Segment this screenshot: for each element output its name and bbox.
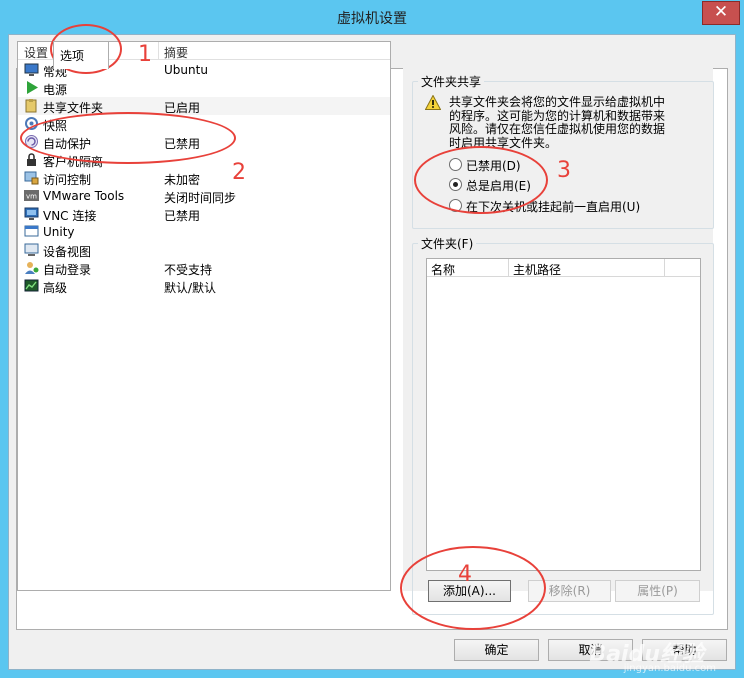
close-button[interactable]: ✕ (702, 1, 740, 25)
annotation-number: 4 (458, 562, 472, 587)
folders-title: 文件夹(F) (418, 235, 477, 252)
column-header-name[interactable]: 名称 (427, 259, 509, 277)
settings-row-shared-folders[interactable]: 共享文件夹 已启用 (18, 97, 390, 115)
annotation-number: 3 (557, 158, 571, 183)
setting-name: 设备视图 (43, 245, 92, 259)
title-bar[interactable]: 虚拟机设置 ✕ (0, 0, 744, 34)
annotation-circle-shared-folders (20, 112, 236, 164)
setting-summary: 不受支持 (164, 263, 213, 277)
vnc-icon (24, 207, 39, 220)
folder-sharing-title: 文件夹共享 (418, 73, 485, 90)
warning-line: 风险。请仅在您信任虚拟机使用您的数据 (449, 122, 666, 136)
watermark-url: jingyan.baidu.com (623, 663, 716, 674)
annotation-number: 1 (138, 42, 152, 67)
folders-table[interactable]: 名称 主机路径 (426, 258, 701, 571)
setting-name: Unity (43, 225, 75, 239)
setting-summary: 已禁用 (164, 209, 201, 223)
column-header-filler (665, 259, 700, 277)
annotation-circle-always-enabled (414, 146, 548, 214)
setting-name: 电源 (43, 83, 68, 97)
settings-row-vmware-tools[interactable]: vm VMware Tools 关闭时间同步 (18, 187, 390, 205)
warning-line: 共享文件夹会将您的文件显示给虚拟机中 (449, 95, 666, 109)
tab-options[interactable]: 选项 (53, 41, 109, 69)
warning-icon (425, 95, 441, 110)
advanced-icon (24, 279, 39, 292)
unity-icon (24, 225, 39, 237)
settings-row-device-view[interactable]: 设备视图 (18, 241, 390, 259)
setting-name: 高级 (43, 281, 68, 295)
column-header-setting[interactable]: 设置 (24, 44, 48, 61)
settings-row-advanced[interactable]: 高级 默认/默认 (18, 277, 390, 295)
setting-summary: 未加密 (164, 173, 201, 187)
shared-folder-icon (25, 99, 37, 113)
settings-row-unity[interactable]: Unity (18, 223, 390, 241)
settings-row-auto-login[interactable]: 自动登录 不受支持 (18, 259, 390, 277)
annotation-circle-add-button (400, 546, 546, 630)
power-play-icon (27, 81, 38, 94)
setting-name: VNC 连接 (43, 209, 97, 223)
device-view-icon (24, 243, 39, 256)
folder-properties-button[interactable]: 属性(P) (615, 580, 700, 602)
annotation-number: 2 (232, 160, 246, 185)
column-separator (158, 42, 159, 60)
vmware-tools-icon: vm (24, 190, 39, 201)
access-control-icon (24, 171, 39, 185)
column-header-summary[interactable]: 摘要 (164, 44, 188, 61)
window-title: 虚拟机设置 (337, 11, 407, 27)
setting-name: 自动登录 (43, 263, 92, 277)
warning-line: 的程序。这可能为您的计算机和数据带来 (449, 108, 666, 123)
settings-row-vnc[interactable]: VNC 连接 已禁用 (18, 205, 390, 223)
lock-icon (27, 153, 36, 166)
column-header-host-path[interactable]: 主机路径 (509, 259, 665, 277)
monitor-icon (24, 63, 39, 76)
settings-row-access-control[interactable]: 访问控制 未加密 (18, 169, 390, 187)
setting-summary: 默认/默认 (164, 281, 217, 295)
warning-text: 共享文件夹会将您的文件显示给虚拟机中 的程序。这可能为您的计算机和数据带来 风险… (449, 95, 689, 150)
dialog-window: 虚拟机设置 ✕ 硬件 选项 设置 摘要 常规 Ubuntu 电源 共享文件夹 已… (0, 0, 744, 678)
auto-login-icon (25, 262, 39, 274)
svg-text:vm: vm (26, 193, 37, 201)
setting-summary: 关闭时间同步 (164, 191, 237, 205)
setting-name: 访问控制 (43, 173, 92, 187)
setting-summary: Ubuntu (164, 63, 208, 77)
settings-row-power[interactable]: 电源 (18, 79, 390, 97)
setting-name: VMware Tools (43, 189, 125, 203)
ok-button[interactable]: 确定 (454, 639, 539, 661)
